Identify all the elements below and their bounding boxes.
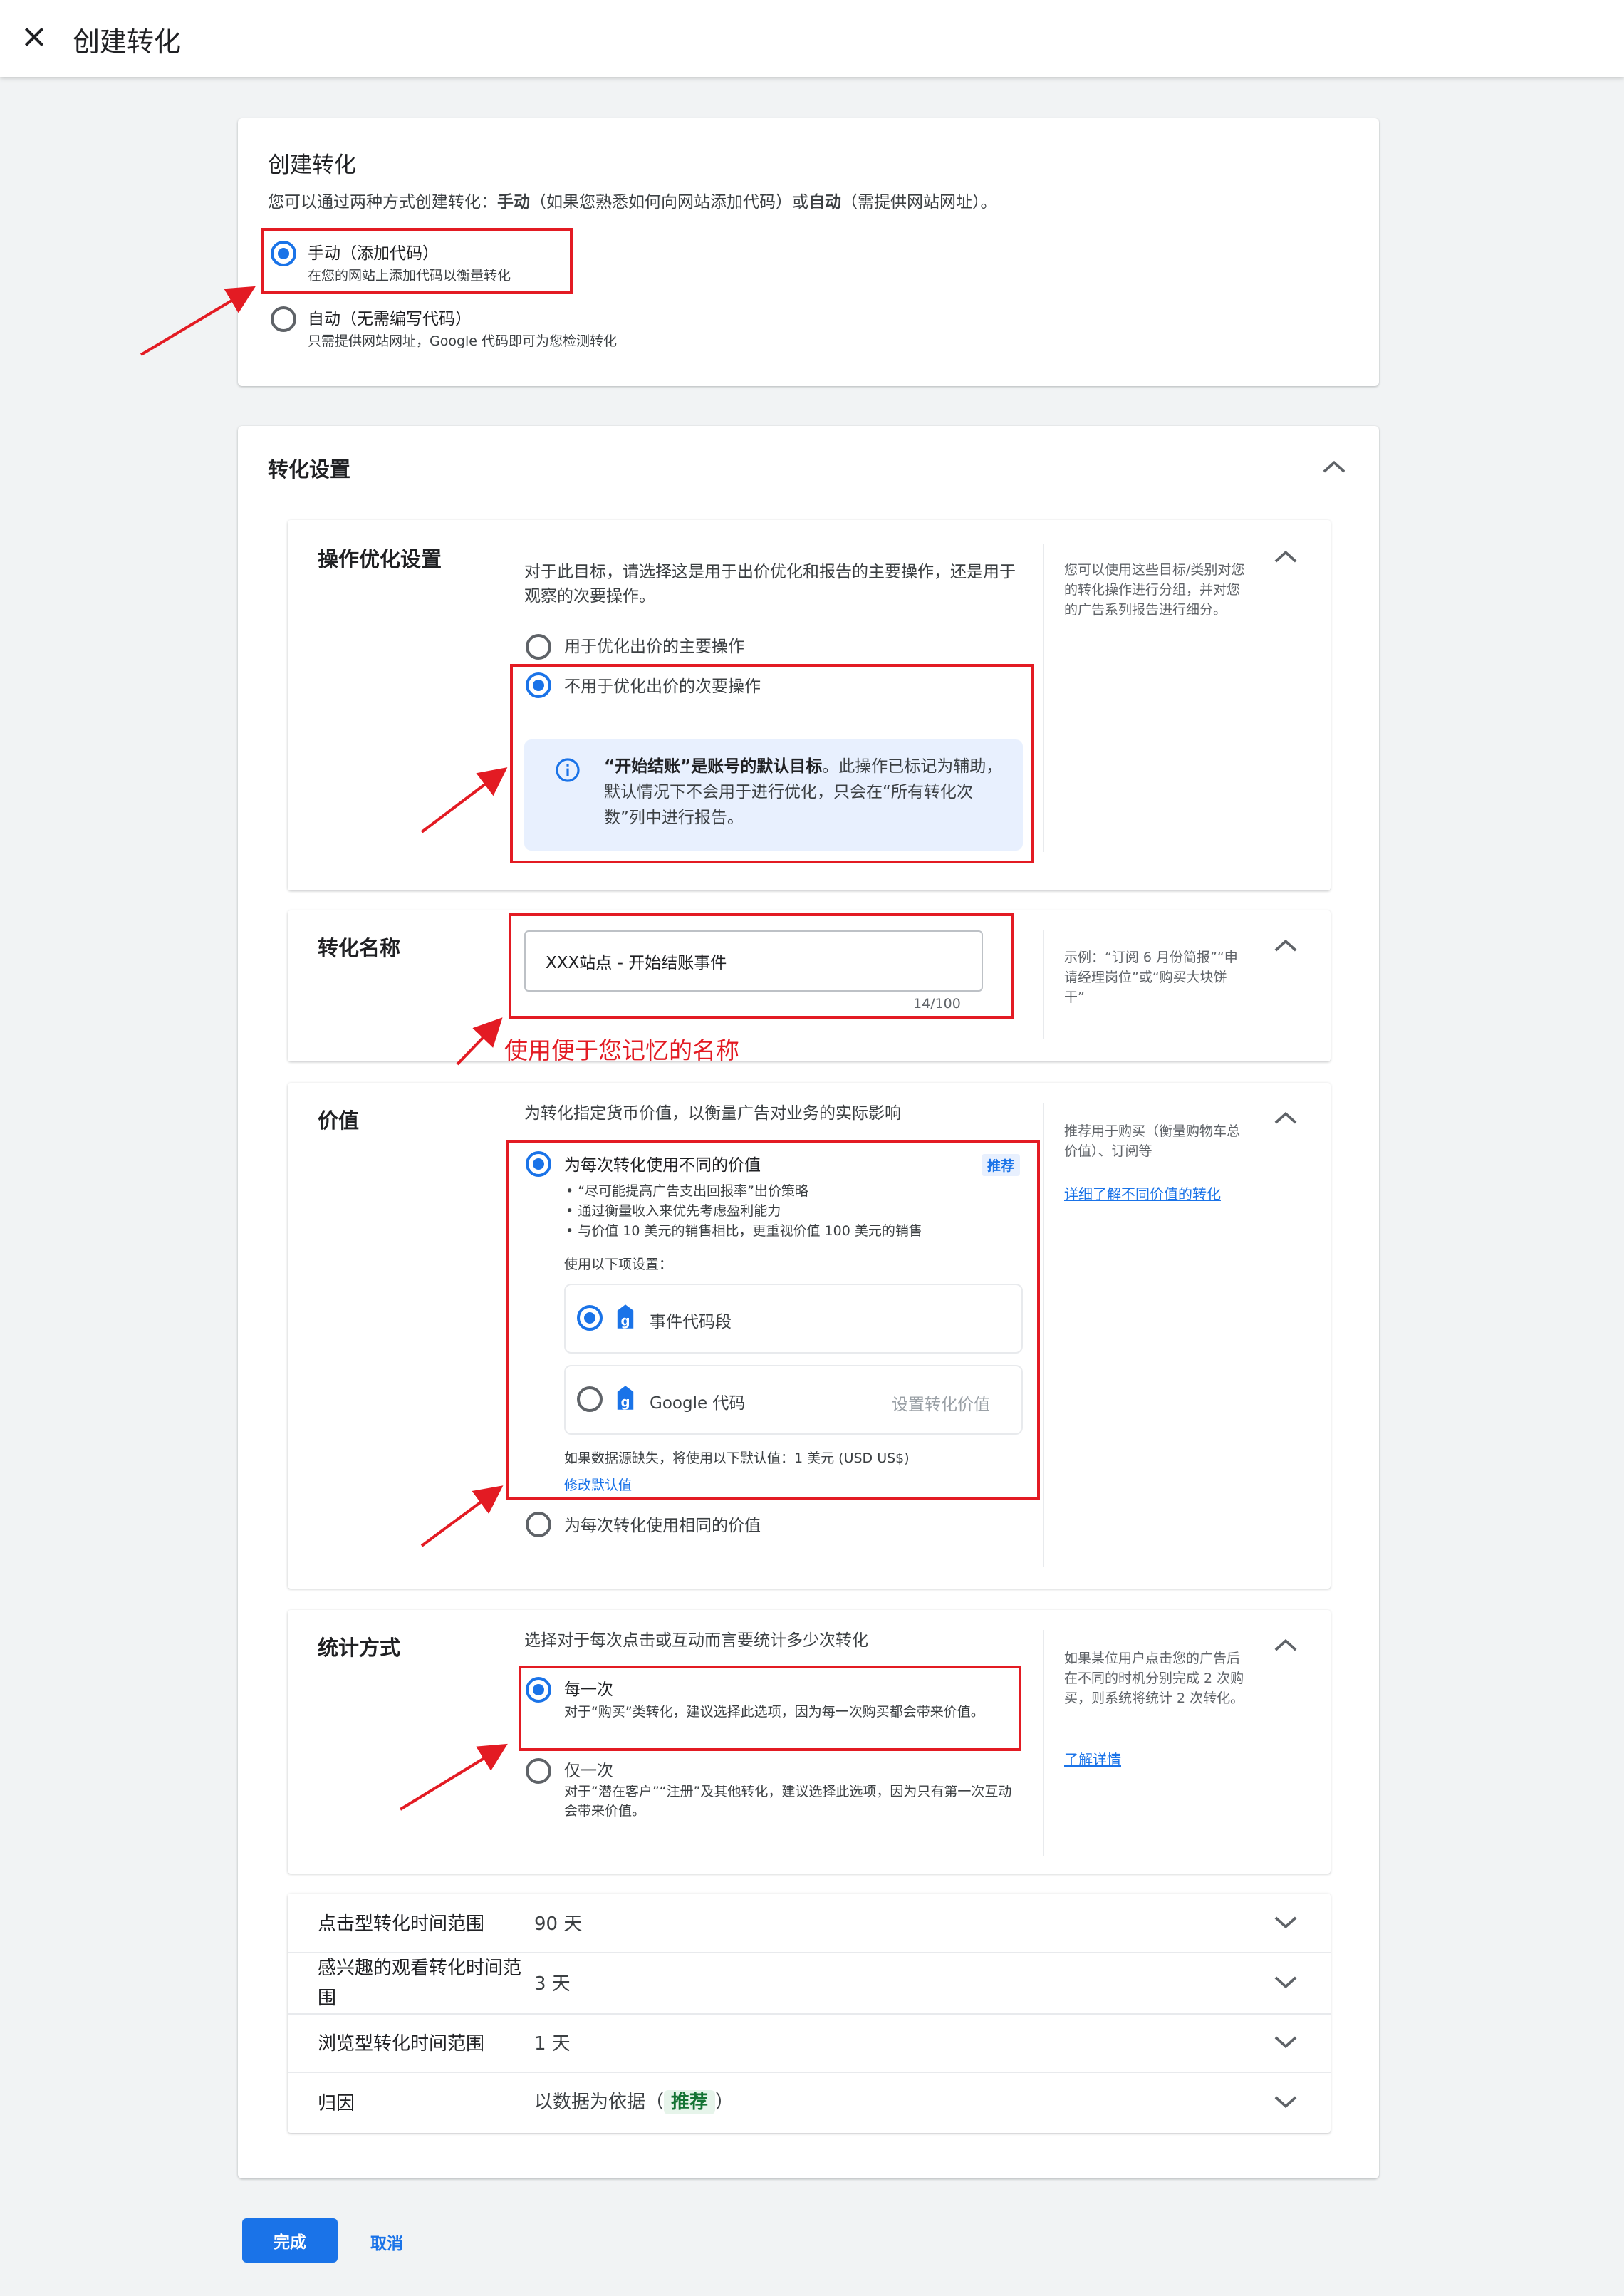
done-button[interactable]: 完成: [242, 2218, 338, 2263]
count-help-link[interactable]: 了解详情: [1064, 1748, 1121, 1769]
value-divider: [1043, 1103, 1044, 1567]
row-attribution-value: 以数据为依据（ 推荐）: [534, 2090, 734, 2114]
row-click-window-label: 点击型转化时间范围: [318, 1913, 485, 1935]
count-help: 如果某位用户点击您的广告后在不同的时机分别完成 2 次购买，则系统将统计 2 次…: [1064, 1651, 1244, 1706]
count-divider: [1043, 1630, 1044, 1856]
optimization-title: 操作优化设置: [318, 547, 442, 571]
count-desc: 选择对于每次点击或互动而言要统计多少次转化: [524, 1631, 868, 1650]
radio-auto[interactable]: [271, 306, 296, 332]
option-same-value-label: 为每次转化使用相同的价值: [564, 1517, 761, 1535]
row-engaged-view-value: 3 天: [534, 1973, 571, 1995]
radio-primary-action[interactable]: [526, 634, 551, 660]
create-title: 创建转化: [268, 152, 356, 178]
chevron-up-icon[interactable]: [1322, 459, 1346, 474]
annotation-box-name: [509, 913, 1014, 1019]
name-help: 示例：“订阅 6 月份简报”“申请经理岗位”或“购买大块饼干”: [1064, 950, 1238, 1005]
row-view-window-value: 1 天: [534, 2033, 571, 2055]
chevron-down-icon[interactable]: [1274, 2094, 1298, 2110]
radio-same-value[interactable]: [526, 1512, 551, 1537]
row-view-window-label: 浏览型转化时间范围: [318, 2033, 485, 2055]
value-help-link[interactable]: 详细了解不同价值的转化: [1064, 1183, 1221, 1203]
annotation-box-count: [519, 1666, 1021, 1751]
chevron-up-icon[interactable]: [1274, 1637, 1298, 1653]
count-title: 统计方式: [318, 1636, 401, 1660]
chevron-down-icon[interactable]: [1274, 1915, 1298, 1931]
optimization-help: 您可以使用这些目标/类别对您的转化操作进行分组，并对您的广告系列报告进行细分。: [1064, 562, 1245, 618]
close-icon[interactable]: [20, 23, 48, 51]
row-click-window-value: 90 天: [534, 1913, 583, 1935]
name-divider: [1043, 930, 1044, 1039]
chevron-down-icon[interactable]: [1274, 2035, 1298, 2050]
option-primary-label: 用于优化出价的主要操作: [564, 638, 744, 656]
value-desc: 为转化指定货币价值，以衡量广告对业务的实际影响: [524, 1104, 901, 1123]
option-one-label: 仅一次: [564, 1762, 613, 1780]
radio-one[interactable]: [526, 1758, 551, 1784]
recommended-badge: 推荐: [664, 2090, 716, 2114]
optimization-divider: [1043, 544, 1044, 852]
row-engaged-view-label: 感兴趣的观看转化时间范围: [318, 1958, 522, 2009]
value-help: 推荐用于购买（衡量购物车总价值）、订阅等: [1064, 1123, 1241, 1159]
chevron-up-icon[interactable]: [1274, 1110, 1298, 1126]
annotation-box-manual: [261, 228, 573, 294]
annotation-box-value: [506, 1140, 1040, 1500]
annotation-text-name: 使用便于您记忆的名称: [504, 1037, 739, 1064]
top-app-bar: 创建转化: [0, 0, 1624, 77]
conversion-name-title: 转化名称: [318, 936, 401, 960]
option-auto-sub: 只需提供网站网址，Google 代码即可为您检测转化: [308, 333, 618, 349]
row-attribution[interactable]: [288, 2073, 1331, 2133]
value-title: 价值: [318, 1108, 360, 1133]
option-one-sub: 对于“潜在客户”“注册”及其他转化，建议选择此选项，因为只有第一次互动会带来价值…: [564, 1784, 1012, 1819]
chevron-up-icon[interactable]: [1274, 549, 1298, 564]
chevron-up-icon[interactable]: [1274, 937, 1298, 953]
row-attribution-label: 归因: [318, 2093, 355, 2114]
create-desc: 您可以通过两种方式创建转化：手动（如果您熟悉如何向网站添加代码）或自动（需提供网…: [268, 193, 997, 212]
option-auto-label: 自动（无需编写代码）: [308, 310, 472, 328]
optimization-desc: 对于此目标，请选择这是用于出价优化和报告的主要操作，还是用于观察的次要操作。: [524, 563, 1016, 606]
annotation-arrow: [140, 286, 256, 356]
cancel-button[interactable]: 取消: [370, 2230, 403, 2254]
chevron-down-icon[interactable]: [1274, 1975, 1298, 1990]
page-title: 创建转化: [73, 26, 182, 58]
settings-title: 转化设置: [268, 457, 351, 482]
annotation-box-secondary: [510, 664, 1034, 863]
